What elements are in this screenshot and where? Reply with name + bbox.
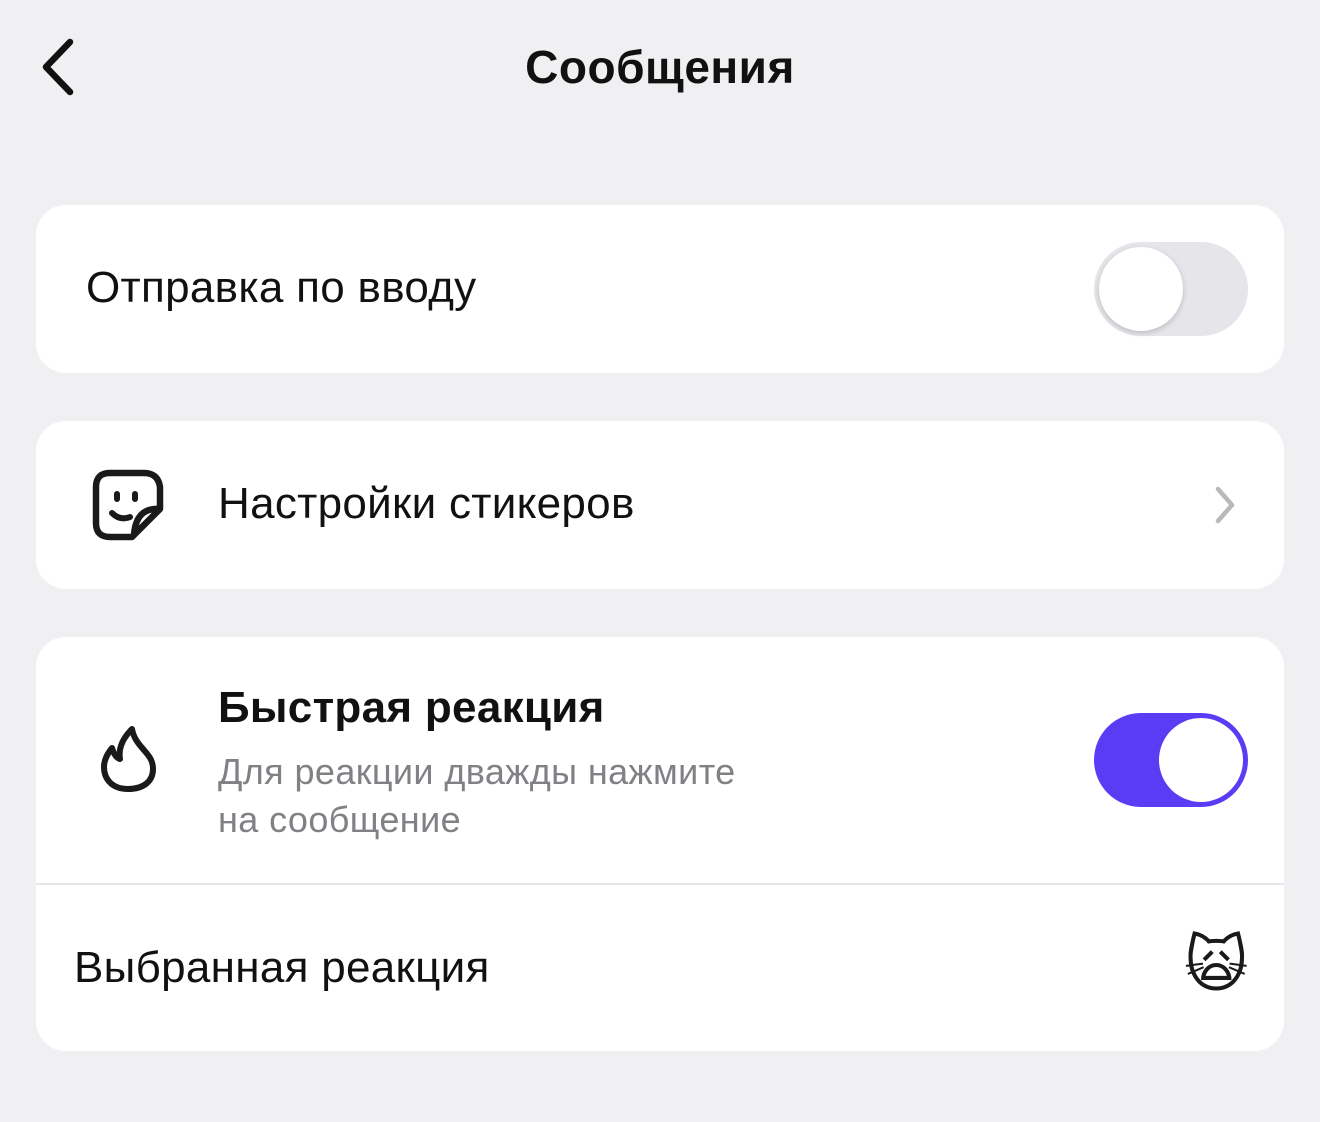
quick-reaction-description-line-1: Для реакции дважды нажмите [218, 751, 736, 792]
sticker-settings-label: Настройки стикеров [218, 479, 635, 528]
selected-reaction-row[interactable]: Выбранная реакция 🙀 [36, 885, 1284, 1051]
messages-settings-screen: Сообщения Отправка по вводу Настройки ст… [0, 0, 1320, 1122]
toggle-knob [1099, 247, 1183, 331]
send-on-enter-card: Отправка по вводу [36, 205, 1284, 373]
sticker-settings-row[interactable]: Настройки стикеров [36, 421, 1284, 589]
flame-icon [101, 726, 156, 792]
send-on-enter-label: Отправка по вводу [86, 263, 477, 312]
reactions-card: Быстрая реакция Для реакции дважды нажми… [36, 637, 1284, 1051]
quick-reaction-label: Быстрая реакция [218, 683, 605, 732]
header: Сообщения [0, 0, 1320, 140]
quick-reaction-description-line-2: на сообщение [218, 799, 462, 840]
quick-reaction-row: Быстрая реакция Для реакции дважды нажми… [36, 637, 1284, 883]
chevron-right-icon [1215, 486, 1235, 524]
selected-reaction-label: Выбранная реакция [74, 943, 490, 992]
sticker-settings-card: Настройки стикеров [36, 421, 1284, 589]
send-on-enter-toggle[interactable] [1094, 242, 1248, 336]
toggle-knob [1159, 718, 1243, 802]
send-on-enter-row[interactable]: Отправка по вводу [36, 205, 1284, 373]
selected-reaction-emoji: 🙀 [1184, 931, 1249, 1000]
quick-reaction-toggle[interactable] [1094, 713, 1248, 807]
page-title: Сообщения [525, 41, 795, 93]
sticker-icon [92, 469, 164, 541]
